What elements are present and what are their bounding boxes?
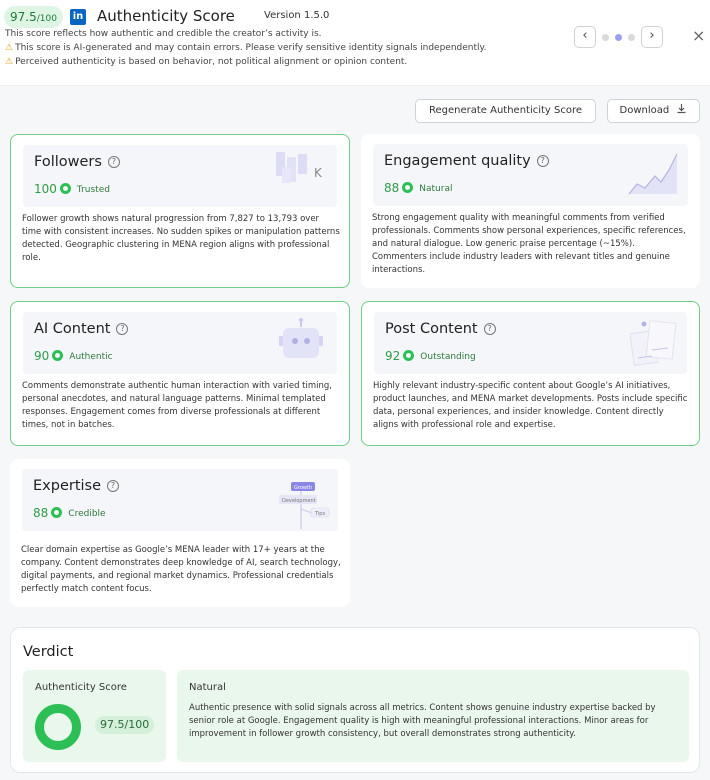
card-title: Engagement quality?	[384, 153, 549, 169]
card-score: 88 Credible	[33, 506, 106, 520]
card-score-label: Natural	[419, 184, 453, 194]
card-description: Follower growth shows natural progressio…	[22, 214, 340, 263]
growth-tree-icon: Growth Development Tips	[279, 482, 330, 529]
card-title-text: Expertise	[33, 478, 102, 494]
score-denominator: /100	[36, 14, 57, 24]
help-icon[interactable]: ?	[107, 156, 120, 168]
card-score-label: Authentic	[69, 352, 113, 362]
icon-tag-growth: Growth	[294, 485, 312, 491]
card-score-value: 90	[34, 349, 50, 363]
verdict-score-label: Authenticity Score	[35, 682, 127, 693]
page-title: Authenticity Score	[97, 7, 235, 25]
followers-chart-icon: K	[276, 152, 323, 183]
regenerate-button[interactable]: Regenerate Authenticity Score	[415, 99, 596, 123]
verdict-label: Natural	[189, 682, 226, 693]
score-value: 97.5	[10, 10, 37, 24]
verdict-score-value: 97.5/100	[95, 716, 155, 734]
download-label: Download	[619, 105, 670, 116]
card-title-text: Post Content	[385, 321, 478, 337]
card-title: Post Content?	[385, 321, 496, 337]
header: 97.5/100 in Authenticity Score Version 1…	[0, 0, 710, 86]
next-button[interactable]: ›	[641, 26, 663, 48]
warning-icon: ⚠	[5, 57, 14, 67]
icon-tag-development: Development	[282, 498, 316, 504]
warning-icon: ⚠	[5, 43, 14, 53]
card-followers: Followers? 100 Trusted K Follower growth …	[10, 134, 350, 288]
warning-line-2: ⚠ Perceived authenticity is based on beha…	[5, 57, 407, 67]
help-icon[interactable]: ?	[536, 155, 549, 167]
card-title-text: AI Content	[34, 321, 111, 337]
card-ai-content: AI Content? 90 Authentic Comments demonst…	[10, 301, 350, 446]
card-score: 92 Outstanding	[385, 349, 476, 363]
score-ring-icon	[59, 183, 71, 194]
card-engagement: Engagement quality? 88 Natural Strong eng…	[361, 134, 700, 288]
pager-dot-active[interactable]	[615, 34, 622, 41]
card-header: Expertise? 88 Credible Growth Development…	[22, 469, 338, 531]
card-header: Post Content? 92 Outstanding	[374, 312, 687, 374]
prev-button[interactable]: ‹	[574, 26, 596, 48]
pager-dot[interactable]	[628, 34, 635, 41]
card-score-label: Trusted	[76, 185, 110, 195]
card-score: 100 Trusted	[34, 182, 110, 196]
verdict-score-box: Authenticity Score 97.5/100	[23, 670, 166, 762]
card-post-content: Post Content? 92 Outstanding Highly relev…	[361, 301, 700, 446]
verdict-panel: Verdict Authenticity Score 97.5/100 Natu…	[10, 627, 700, 773]
warning-text: Perceived authenticity is based on behav…	[15, 57, 408, 67]
version-label: Version 1.5.0	[264, 10, 330, 21]
robot-icon	[279, 318, 323, 358]
card-title: Followers?	[34, 154, 120, 170]
card-title-text: Followers	[34, 154, 102, 170]
score-ring-icon	[51, 507, 63, 518]
card-expertise: Expertise? 88 Credible Growth Development…	[10, 459, 350, 607]
linkedin-icon: in	[70, 9, 86, 25]
card-score-value: 92	[385, 349, 401, 363]
card-score: 88 Natural	[384, 181, 452, 195]
help-icon[interactable]: ?	[483, 323, 496, 335]
card-description: Strong engagement quality with meaningfu…	[372, 213, 686, 275]
help-icon[interactable]: ?	[107, 480, 120, 492]
help-icon[interactable]: ?	[116, 323, 129, 335]
card-score-value: 88	[384, 181, 400, 195]
card-title: Expertise?	[33, 478, 120, 494]
verdict-title: Verdict	[23, 644, 74, 660]
score-description: This score reflects how authentic and cr…	[5, 29, 322, 39]
card-header: AI Content? 90 Authentic	[23, 312, 337, 374]
card-score-label: Credible	[68, 509, 106, 519]
download-icon	[677, 104, 686, 114]
card-header: Engagement quality? 88 Natural	[373, 144, 688, 206]
verdict-summary-box: Natural Authentic presence with solid si…	[177, 670, 689, 762]
verdict-text: Authentic presence with solid signals ac…	[189, 703, 656, 739]
trend-chart-icon	[628, 153, 678, 195]
card-score-value: 88	[33, 506, 49, 520]
card-description: Highly relevant industry-specific conten…	[373, 381, 688, 430]
card-score-value: 100	[34, 182, 57, 196]
warning-line-1: ⚠ This score is AI-generated and may cont…	[5, 43, 486, 53]
icon-tag-tips: Tips	[314, 511, 325, 517]
warning-text: This score is AI-generated and may conta…	[15, 43, 487, 53]
score-ring-icon	[403, 350, 415, 361]
card-description: Clear domain expertise as Google’s MENA …	[21, 545, 341, 594]
documents-icon	[630, 320, 677, 367]
card-score: 90 Authentic	[34, 349, 113, 363]
download-button[interactable]: Download	[607, 99, 700, 123]
card-header: Followers? 100 Trusted K	[23, 145, 337, 207]
card-score-label: Outstanding	[420, 352, 476, 362]
pager-dot[interactable]	[602, 34, 609, 41]
close-icon[interactable]: ×	[692, 26, 705, 45]
score-donut-icon	[35, 704, 81, 750]
score-ring-icon	[52, 350, 64, 361]
score-badge: 97.5/100	[4, 6, 63, 28]
card-description: Comments demonstrate authentic human int…	[22, 381, 333, 430]
icon-letter: K	[314, 166, 323, 180]
score-ring-icon	[402, 182, 414, 193]
card-title: AI Content?	[34, 321, 129, 337]
card-title-text: Engagement quality	[384, 153, 531, 169]
